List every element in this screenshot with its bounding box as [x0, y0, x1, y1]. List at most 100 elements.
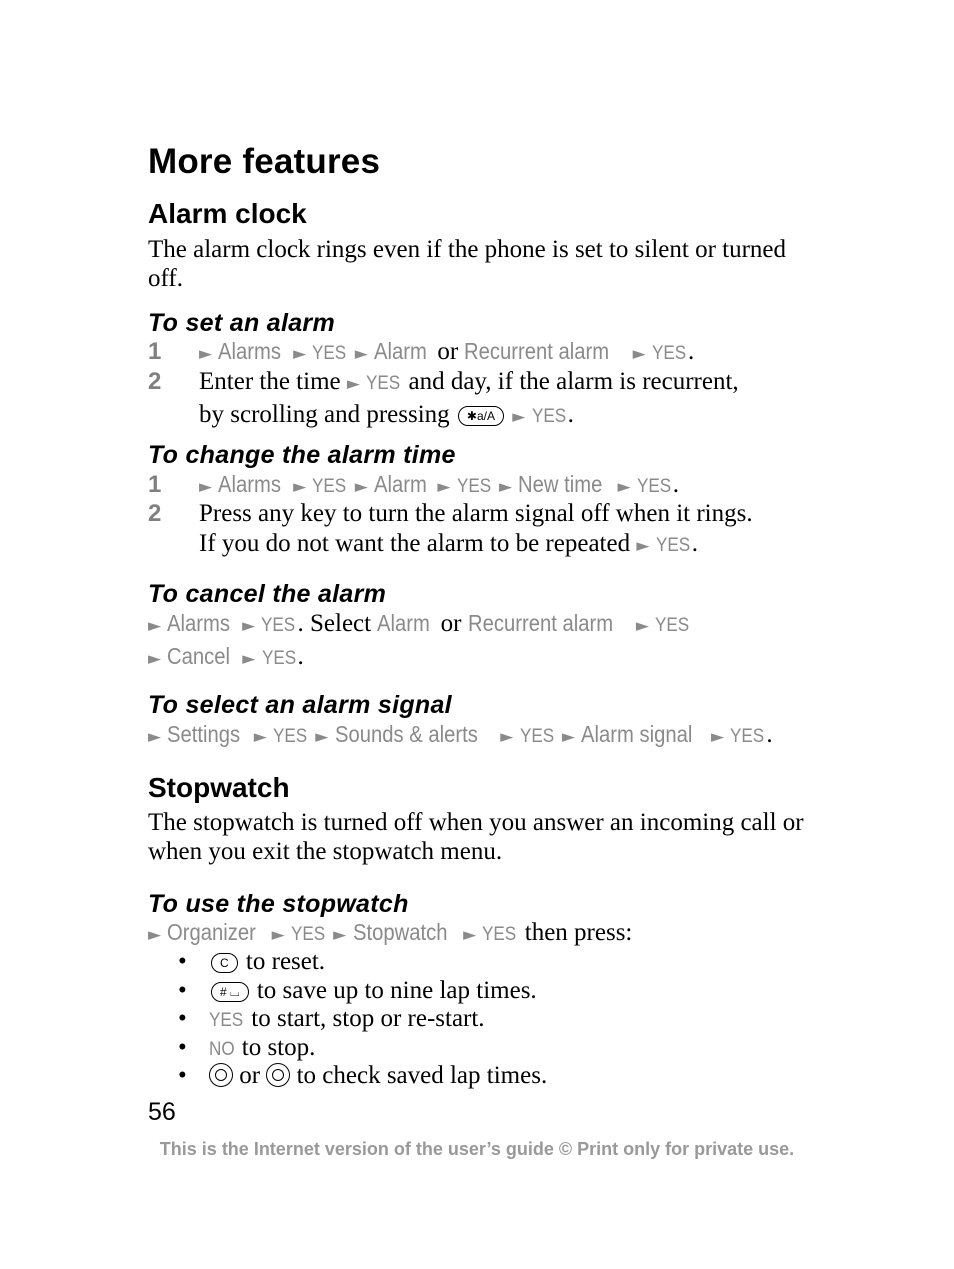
text: .	[691, 529, 698, 557]
select-signal-instructions: ► Settings ► YES ► Sounds & alerts ► YES…	[148, 720, 828, 753]
text: by scrolling and pressing	[199, 400, 450, 428]
arrow-icon: ►	[293, 477, 307, 497]
text: .	[687, 338, 695, 365]
arrow-icon: ►	[632, 344, 646, 364]
star-key-icon: ✱a/A	[457, 405, 504, 426]
key-label: YES	[531, 405, 566, 427]
subheading-change-alarm-time: To change the alarm time	[148, 441, 456, 469]
stopwatch-intro: The stopwatch is turned off when you ans…	[148, 809, 804, 865]
menu-item: Alarm signal	[581, 721, 693, 747]
footer-notice: This is the Internet version of the user…	[159, 1139, 795, 1159]
bullet: •	[178, 1062, 187, 1090]
step-number: 2	[148, 368, 162, 395]
menu-item: Stopwatch	[352, 919, 448, 945]
key-label: YES	[312, 343, 347, 364]
arrow-icon: ►	[561, 727, 575, 747]
arrow-icon: ►	[354, 344, 368, 364]
arrow-icon: ►	[354, 477, 368, 497]
arrow-icon: ►	[512, 406, 526, 427]
arrow-icon: ►	[148, 616, 162, 636]
arrow-icon: ►	[710, 727, 725, 747]
arrow-icon: ►	[617, 477, 631, 497]
arrow-icon: ►	[635, 616, 649, 636]
key-label: YES	[456, 476, 491, 497]
bullet: •	[178, 948, 187, 975]
text: .	[672, 471, 680, 498]
key-label: YES	[366, 373, 401, 394]
stopwatch-path: ► Organizer ► YES ► Stopwatch ► YES then…	[148, 918, 828, 951]
arrow-icon: ►	[271, 925, 285, 945]
text: If you do not want the alarm to be repea…	[199, 529, 631, 557]
key-label: YES	[290, 924, 326, 945]
text: to start, stop or re-start.	[251, 1005, 485, 1033]
arrow-icon: ►	[199, 477, 213, 497]
menu-item: New time	[518, 471, 603, 497]
arrow-icon: ►	[500, 727, 514, 747]
menu-item: Alarms	[218, 471, 282, 497]
bullet: •	[178, 1033, 187, 1061]
key-label: YES	[482, 924, 517, 945]
text: . Select	[297, 610, 372, 637]
text: or	[239, 1062, 261, 1090]
subheading-set-alarm: To set an alarm	[148, 309, 335, 337]
subheading-use-stopwatch: To use the stopwatch	[148, 890, 409, 918]
arrow-icon: ►	[463, 925, 477, 945]
step-number: 1	[148, 471, 162, 498]
arrow-icon: ►	[315, 727, 329, 747]
page-number: 56	[148, 1098, 176, 1126]
key-label: YES	[209, 1010, 244, 1032]
key-label: YES	[655, 615, 690, 636]
arrow-icon: ►	[242, 616, 256, 636]
text: to stop.	[241, 1033, 316, 1061]
text: or	[437, 338, 459, 365]
step-number: 2	[148, 500, 162, 527]
arrow-icon: ►	[333, 925, 347, 945]
key-label: YES	[730, 726, 765, 747]
arrow-icon: ►	[499, 477, 513, 497]
key-label: YES	[651, 343, 687, 364]
hash-key-icon: # ⌴	[211, 981, 249, 1002]
arrow-icon: ►	[253, 727, 267, 747]
menu-item: Alarm	[374, 471, 427, 497]
menu-item: Recurrent alarm	[464, 338, 610, 364]
key-label: YES	[273, 726, 308, 747]
subheading-cancel-alarm: To cancel the alarm	[148, 580, 387, 608]
bullet: •	[178, 976, 187, 1004]
arrow-icon: ►	[293, 344, 307, 364]
arrow-icon: ►	[437, 477, 451, 497]
menu-item: Alarm	[377, 610, 431, 636]
key-label: YES	[636, 476, 671, 497]
text: to save up to nine lap times.	[256, 976, 537, 1004]
step-number: 1	[148, 338, 162, 365]
menu-item: Settings	[167, 721, 241, 747]
menu-item: Cancel	[167, 642, 231, 669]
arrow-icon: ►	[148, 727, 162, 747]
page-title: More features	[148, 142, 381, 181]
navigation-up-icon	[209, 1063, 233, 1088]
text: .	[297, 642, 304, 670]
text: Press any key to turn the alarm signal o…	[199, 500, 753, 527]
text: and day, if the alarm is recurrent,	[408, 368, 739, 395]
key-label: YES	[261, 615, 296, 636]
arrow-icon: ►	[636, 535, 650, 556]
bullet: •	[178, 1005, 187, 1033]
arrow-icon: ►	[199, 344, 213, 364]
key-label: NO	[209, 1038, 235, 1060]
arrow-icon: ►	[148, 925, 162, 945]
navigation-down-icon	[266, 1063, 291, 1088]
text: Enter the time	[199, 368, 341, 395]
c-key-icon: C	[211, 953, 238, 973]
text: then press:	[524, 919, 633, 946]
key-label: YES	[655, 534, 690, 556]
cancel-alarm-instructions: ► Alarms ► YES. Select Alarm or Recurren…	[148, 609, 828, 674]
text: to check saved lap times.	[296, 1062, 548, 1090]
text: or	[440, 610, 462, 637]
menu-item: Alarms	[218, 338, 282, 364]
menu-item: Sounds & alerts	[334, 721, 478, 747]
text: to reset.	[245, 948, 326, 975]
menu-item: Recurrent alarm	[467, 610, 613, 636]
menu-item: Organizer	[167, 919, 257, 945]
key-label: YES	[312, 476, 347, 497]
arrow-icon: ►	[148, 648, 162, 669]
subheading-select-alarm-signal: To select an alarm signal	[148, 691, 452, 719]
